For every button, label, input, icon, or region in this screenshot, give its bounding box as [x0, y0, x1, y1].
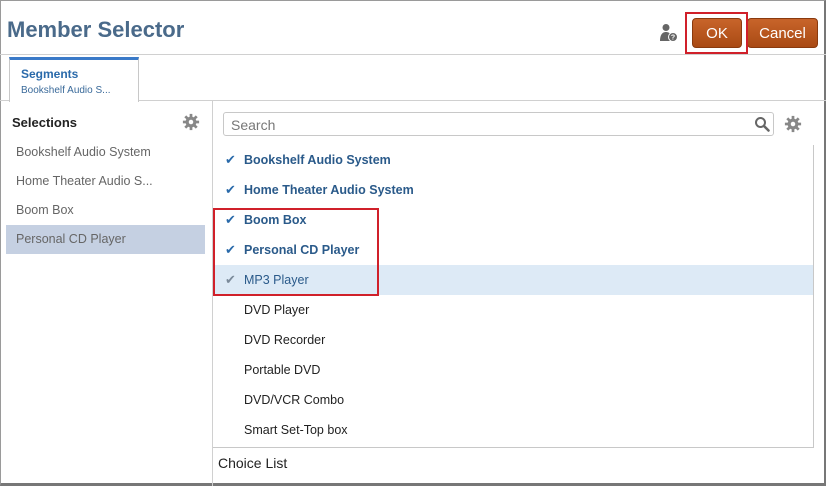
member-list-item[interactable]: DVD Recorder [213, 325, 813, 355]
ok-highlight-box [685, 12, 748, 54]
tab-subtitle: Bookshelf Audio S... [21, 85, 111, 96]
selections-heading: Selections [12, 115, 78, 130]
tab-segments[interactable]: Segments Bookshelf Audio S... [9, 57, 139, 102]
checkmark-icon: ✔ [225, 182, 236, 197]
svg-text:?: ? [671, 35, 675, 42]
selection-item[interactable]: Boom Box [6, 196, 205, 225]
selection-item-active[interactable]: Personal CD Player [6, 225, 205, 254]
selection-item[interactable]: Bookshelf Audio System [6, 138, 205, 167]
dialog-title: Member Selector [7, 17, 185, 42]
member-label: Bookshelf Audio System [244, 153, 391, 167]
user-info-icon[interactable]: ? [659, 23, 679, 43]
member-label: DVD Recorder [244, 333, 326, 347]
gear-icon[interactable] [784, 115, 802, 133]
member-label: DVD Player [244, 303, 310, 317]
gear-icon[interactable] [182, 113, 200, 131]
member-label: Smart Set-Top box [244, 423, 348, 437]
member-label: DVD/VCR Combo [244, 393, 345, 407]
search-box [223, 112, 774, 136]
tab-title: Segments [21, 67, 79, 81]
member-list-item[interactable]: ✔ Home Theater Audio System [213, 175, 813, 205]
member-list-item[interactable]: Smart Set-Top box [213, 415, 813, 445]
selections-pane: Selections Bookshelf Audio System Home T… [0, 101, 212, 486]
selection-item[interactable]: Home Theater Audio S... [6, 167, 205, 196]
search-input[interactable] [229, 115, 748, 135]
search-icon[interactable] [754, 116, 770, 132]
choice-list-label[interactable]: Choice List [218, 455, 287, 471]
member-label: Home Theater Audio System [244, 183, 414, 197]
checkmark-icon: ✔ [225, 152, 236, 167]
member-list-item[interactable]: DVD Player [213, 295, 813, 325]
tab-bar: Segments Bookshelf Audio S... [0, 54, 826, 102]
member-label: Portable DVD [244, 363, 321, 377]
member-list-item[interactable]: DVD/VCR Combo [213, 385, 813, 415]
items-highlight-box [213, 208, 379, 296]
member-list: ✔ Bookshelf Audio System ✔ Home Theater … [213, 145, 814, 448]
member-list-item[interactable]: Portable DVD [213, 355, 813, 385]
member-list-item[interactable]: ✔ Bookshelf Audio System [213, 145, 813, 175]
cancel-button[interactable]: Cancel [747, 18, 818, 48]
